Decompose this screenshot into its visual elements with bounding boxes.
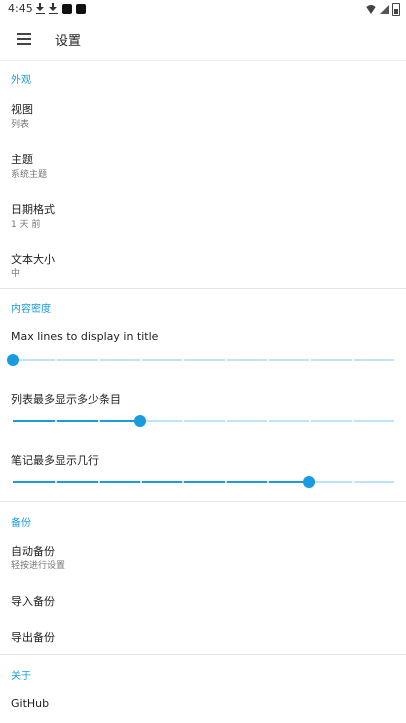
section-header-content-density: 内容密度 [11,304,51,315]
slider-tick [224,420,227,422]
signal-icon [380,5,389,14]
setting-import-backup-title: 导入备份 [11,595,55,608]
setting-date-format-title: 日期格式 [11,203,55,216]
setting-text-size[interactable]: 文本大小 中 [0,244,406,288]
divider [0,654,406,655]
slider-note-lines-label: 笔记最多显示几行 [11,454,99,467]
app-bar: 设置 [0,20,406,61]
setting-export-backup[interactable]: 导出备份 [0,620,406,652]
slider-fill [13,481,310,483]
setting-auto-backup[interactable]: 自动备份 轻按进行设置 [0,537,406,577]
slider-list-items-label: 列表最多显示多少条目 [11,393,121,406]
battery-icon [392,3,400,16]
slider-tick [267,420,269,422]
slider-thumb[interactable] [133,415,146,427]
slider-list-items[interactable] [13,414,394,428]
setting-auto-backup-title: 自动备份 [11,545,55,558]
setting-text-size-value: 中 [11,269,21,279]
slider-title-lines-label: Max lines to display in title [11,330,159,343]
setting-view-value: 列表 [11,120,30,130]
setting-github[interactable]: GitHub [0,688,406,720]
page-title: 设置 [55,34,82,49]
slider-track [13,359,394,361]
wifi-icon [365,5,377,14]
slider-tick [224,481,227,483]
section-header-about: 关于 [11,671,31,682]
download-icon [49,3,58,14]
slider-tick [182,359,185,361]
status-time: 4:45 [8,2,33,15]
notification-square-icon [76,3,86,14]
slider-note-lines[interactable] [13,475,394,489]
divider [0,288,406,289]
slider-thumb[interactable] [303,476,316,488]
setting-view-title: 视图 [11,103,33,116]
setting-export-backup-title: 导出备份 [11,631,55,644]
slider-tick [267,359,269,361]
notification-square-icon [62,3,72,14]
menu-icon[interactable] [17,33,31,45]
slider-tick [351,359,354,361]
divider [0,501,406,502]
slider-tick [182,481,185,483]
slider-tick [97,359,100,361]
status-system-icons [365,3,400,16]
slider-title-lines[interactable] [7,353,394,367]
section-header-backup: 备份 [11,518,31,529]
slider-tick [55,359,58,361]
slider-tick [309,420,312,422]
status-notifications [36,3,86,14]
slider-tick [97,481,100,483]
slider-tick [140,359,142,361]
slider-tick [55,481,58,483]
slider-tick [224,359,227,361]
slider-tick [55,420,58,422]
download-icon [36,3,45,14]
setting-import-backup[interactable]: 导入备份 [0,584,406,616]
section-header-appearance: 外观 [11,75,31,86]
setting-theme[interactable]: 主题 系统主题 [0,144,406,188]
setting-auto-backup-value: 轻按进行设置 [11,561,66,571]
slider-tick [351,420,354,422]
setting-view[interactable]: 视图 列表 [0,94,406,138]
slider-tick [267,481,269,483]
setting-theme-value: 系统主题 [11,170,48,180]
setting-github-title: GitHub [11,697,50,710]
slider-thumb[interactable] [7,354,19,366]
setting-date-format-value: 1 天 前 [11,220,41,230]
slider-tick [97,420,100,422]
slider-tick [140,481,142,483]
slider-fill [13,420,140,422]
slider-tick [309,359,312,361]
setting-date-format[interactable]: 日期格式 1 天 前 [0,194,406,238]
setting-theme-title: 主题 [11,153,33,166]
slider-tick [182,420,185,422]
setting-text-size-title: 文本大小 [11,253,55,266]
status-bar: 4:45 [0,0,406,18]
slider-tick [351,481,354,483]
